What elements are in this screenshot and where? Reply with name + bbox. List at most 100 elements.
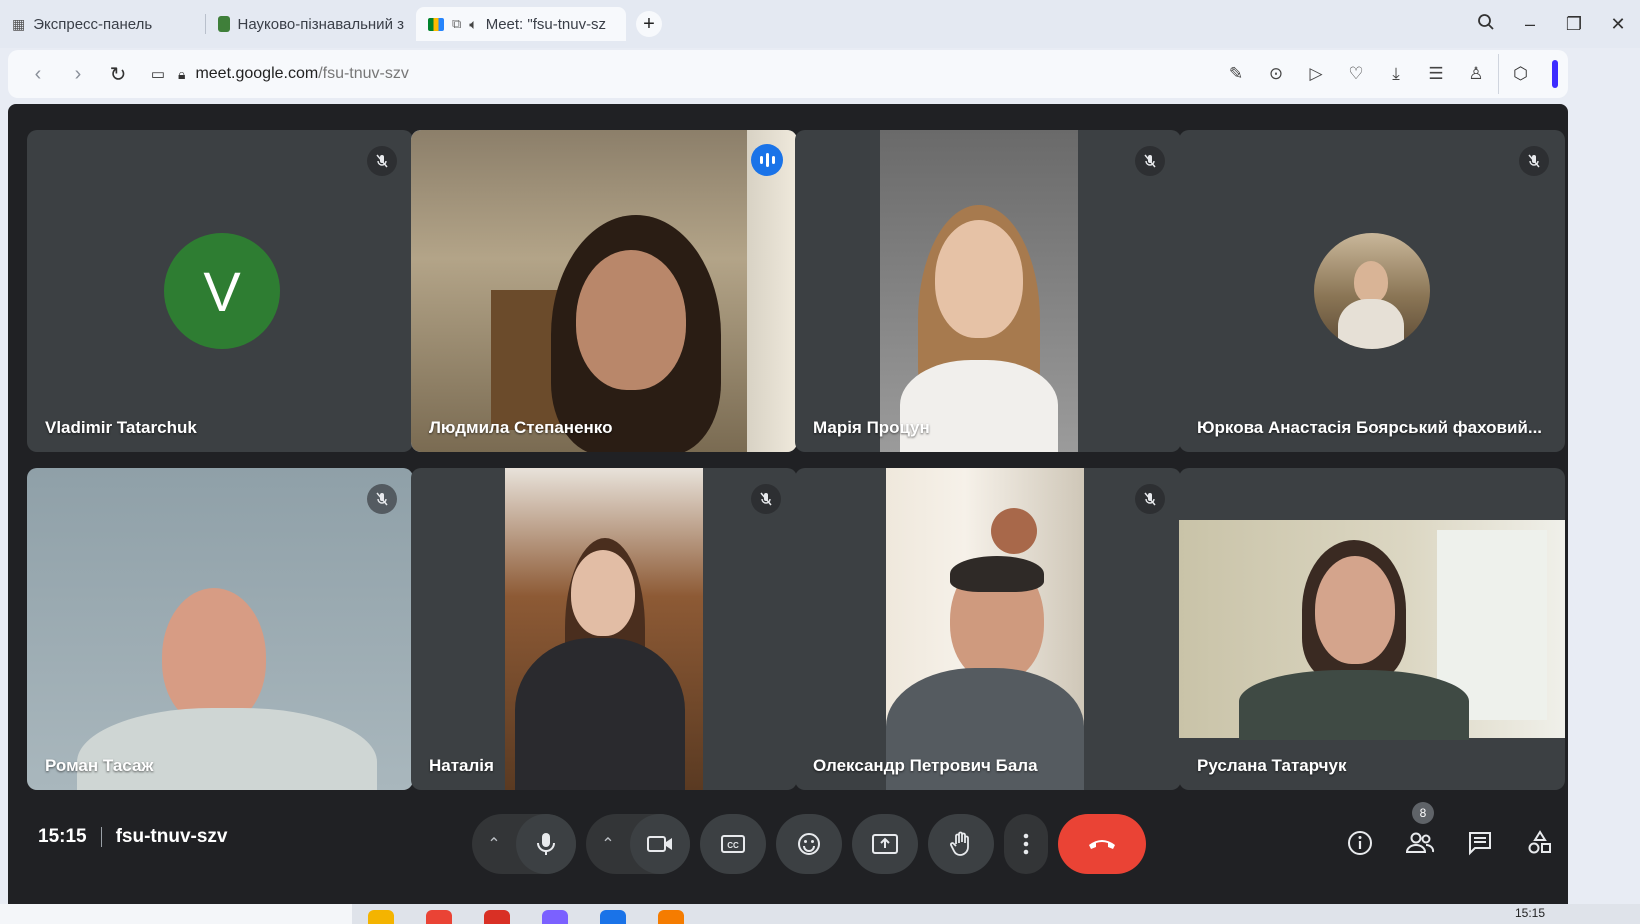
participant-name: Юркова Анастасія Боярський фаховий... xyxy=(1197,418,1543,437)
participant-body xyxy=(515,638,685,790)
participant-name: Марія Процун xyxy=(813,418,930,437)
snapshot-icon[interactable]: ⊙ xyxy=(1258,64,1294,84)
send-icon[interactable]: ▷ xyxy=(1298,64,1334,84)
hand-icon xyxy=(950,831,969,856)
back-icon[interactable]: ‹ xyxy=(18,63,58,86)
participant-video xyxy=(886,468,1084,790)
viber-icon[interactable] xyxy=(542,910,568,924)
reload-icon[interactable]: ↻ xyxy=(98,62,138,87)
tab-express-panel[interactable]: ▦ Экспресс-панель xyxy=(0,7,205,41)
leave-call-button[interactable] xyxy=(1058,814,1146,874)
participant-tile[interactable]: Марія Процун xyxy=(795,130,1181,452)
participant-face xyxy=(571,550,635,636)
participant-face xyxy=(1354,261,1388,303)
url-field[interactable]: meet.google.com/fsu-tnuv-szv xyxy=(195,65,408,83)
grid-icon: ▦ xyxy=(12,15,26,32)
tab-title: Meet: "fsu-tnuv-sz xyxy=(485,15,607,33)
participant-name: Vladimir Tatarchuk xyxy=(45,418,197,437)
meeting-time: 15:15 xyxy=(38,826,87,847)
participant-face xyxy=(1315,556,1395,664)
call-controls: ⌃ ⌃ CC xyxy=(472,814,1146,874)
activities-icon xyxy=(1528,830,1551,854)
participant-tile[interactable]: Наталія xyxy=(411,468,797,790)
close-button[interactable]: ✕ xyxy=(1596,14,1640,35)
meet-window: V Vladimir Tatarchuk Людмила Степаненко … xyxy=(8,104,1568,904)
chat-button[interactable] xyxy=(1460,818,1500,868)
raise-hand-button[interactable] xyxy=(928,814,994,874)
url-domain: meet.google.com xyxy=(195,65,319,82)
mic-off-icon xyxy=(751,484,781,514)
search-tabs-icon[interactable] xyxy=(1464,13,1508,36)
participant-name: Роман Тасаж xyxy=(45,756,154,775)
audio-playing-icon[interactable]: 🔈︎ xyxy=(469,16,477,33)
participant-name: Людмила Степаненко xyxy=(429,418,613,437)
reactions-button[interactable] xyxy=(776,814,842,874)
forward-icon[interactable]: › xyxy=(58,63,98,86)
participant-body xyxy=(1239,670,1469,740)
more-options-button[interactable] xyxy=(1004,814,1048,874)
audio-control-group: ⌃ xyxy=(472,814,576,874)
svg-text:CC: CC xyxy=(727,841,739,850)
present-screen-button[interactable] xyxy=(852,814,918,874)
edit-icon[interactable]: ✎ xyxy=(1218,64,1254,84)
profile-icon[interactable]: ♙ xyxy=(1458,64,1494,84)
meeting-details-button[interactable] xyxy=(1340,818,1380,868)
minimize-button[interactable]: – xyxy=(1508,14,1552,35)
participant-tile[interactable]: Роман Тасаж xyxy=(27,468,413,790)
opera-icon[interactable] xyxy=(484,910,510,924)
people-button[interactable]: 8 xyxy=(1400,802,1440,868)
captions-button[interactable]: CC xyxy=(700,814,766,874)
video-options-chevron-icon[interactable]: ⌃ xyxy=(586,834,630,854)
mic-off-icon xyxy=(1135,484,1165,514)
sidebar-accent xyxy=(1552,60,1558,88)
participant-face xyxy=(576,250,686,390)
mic-off-icon xyxy=(367,484,397,514)
emoji-icon xyxy=(798,833,820,855)
microphone-icon xyxy=(537,833,555,855)
tab-meet[interactable]: ⧉ 🔈︎ Meet: "fsu-tnuv-sz xyxy=(416,7,626,41)
easy-setup-icon[interactable]: ☰ xyxy=(1418,64,1454,84)
taskbar-search[interactable] xyxy=(0,904,352,924)
download-icon[interactable]: ⤓ xyxy=(1378,64,1414,84)
file-explorer-icon[interactable] xyxy=(368,910,394,924)
new-tab-button[interactable]: + xyxy=(636,11,662,37)
participant-tile[interactable]: Руслана Татарчук xyxy=(1179,468,1565,790)
browser-icon[interactable] xyxy=(426,910,452,924)
participant-tile[interactable]: Юркова Анастасія Боярський фаховий... xyxy=(1179,130,1565,452)
speaking-indicator-icon xyxy=(751,144,783,176)
participant-tile-active-speaker[interactable]: Людмила Степаненко xyxy=(411,130,797,452)
restore-button[interactable]: ❐ xyxy=(1552,14,1596,35)
heart-icon[interactable]: ♡ xyxy=(1338,64,1374,84)
mic-off-icon xyxy=(1135,146,1165,176)
meeting-controls-bar: 15:15 fsu-tnuv-szv ⌃ ⌃ CC 8 xyxy=(8,790,1568,890)
participant-face xyxy=(935,220,1023,338)
meet-icon xyxy=(428,17,444,31)
browser-tab-strip: ▦ Экспресс-панель Науково-пізнавальний з… xyxy=(0,0,1640,48)
participant-tile[interactable]: V Vladimir Tatarchuk xyxy=(27,130,413,452)
app-icon[interactable] xyxy=(658,910,684,924)
camera-icon xyxy=(647,836,672,852)
camera-button[interactable] xyxy=(630,814,690,874)
participant-name: Руслана Татарчук xyxy=(1197,756,1347,775)
tab-title: Науково-пізнавальний з xyxy=(237,15,404,33)
camera-permission-icon[interactable]: ▭ xyxy=(138,65,178,83)
activities-button[interactable] xyxy=(1520,818,1560,868)
lock-icon[interactable]: 🔒︎ xyxy=(178,66,185,83)
meeting-code: fsu-tnuv-szv xyxy=(115,826,228,847)
participant-video xyxy=(1179,520,1565,740)
participant-video xyxy=(27,468,413,790)
app-icon[interactable] xyxy=(600,910,626,924)
taskbar-clock: 15:15 xyxy=(1515,906,1546,920)
audio-options-chevron-icon[interactable]: ⌃ xyxy=(472,834,516,854)
mic-off-icon xyxy=(367,146,397,176)
avatar-letter: V xyxy=(203,259,241,323)
video-control-group: ⌃ xyxy=(586,814,690,874)
tab-title: Экспресс-панель xyxy=(33,15,153,33)
tab-science[interactable]: Науково-пізнавальний з xyxy=(206,7,416,41)
address-bar-actions: ✎ ⊙ ▷ ♡ ⤓ ☰ ♙ ⬡ xyxy=(1218,54,1558,94)
participant-body xyxy=(900,360,1058,452)
microphone-button[interactable] xyxy=(516,814,576,874)
tab-group-icon: ⧉ xyxy=(452,16,462,31)
extensions-icon[interactable]: ⬡ xyxy=(1498,54,1542,94)
participant-tile[interactable]: Олександр Петрович Бала xyxy=(795,468,1181,790)
